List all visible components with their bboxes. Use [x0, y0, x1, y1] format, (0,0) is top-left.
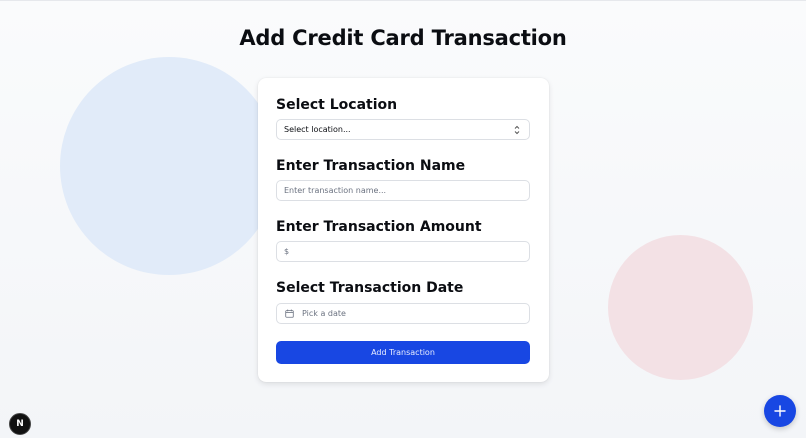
calendar-icon [285, 309, 294, 318]
currency-prefix: $ [284, 247, 290, 256]
transaction-name-placeholder: Enter transaction name... [284, 186, 387, 195]
plus-icon [774, 405, 786, 417]
transaction-date-picker[interactable]: Pick a date [276, 303, 530, 324]
transaction-date-label: Select Transaction Date [276, 280, 464, 296]
decorative-pink-circle [608, 235, 753, 380]
transaction-name-label: Enter Transaction Name [276, 158, 466, 174]
transaction-name-input[interactable]: Enter transaction name... [276, 180, 530, 201]
transaction-amount-input[interactable]: $ [276, 241, 530, 262]
page: Add Credit Card Transaction Select Locat… [0, 0, 806, 438]
transaction-amount-label: Enter Transaction Amount [276, 219, 482, 235]
chevron-up-down-icon [514, 125, 520, 135]
top-divider [0, 0, 806, 1]
add-transaction-button[interactable]: Add Transaction [276, 341, 530, 364]
page-title: Add Credit Card Transaction [239, 26, 567, 50]
location-select[interactable]: Select location... [276, 119, 530, 140]
dev-indicator-badge[interactable]: N [9, 413, 31, 435]
location-select-value: Select location... [284, 125, 351, 134]
transaction-form-card: Select Location Select location... Enter… [258, 78, 549, 382]
date-placeholder: Pick a date [302, 309, 346, 318]
decorative-blue-circle [60, 57, 278, 275]
location-label: Select Location [276, 97, 398, 113]
add-fab-button[interactable] [764, 395, 796, 427]
